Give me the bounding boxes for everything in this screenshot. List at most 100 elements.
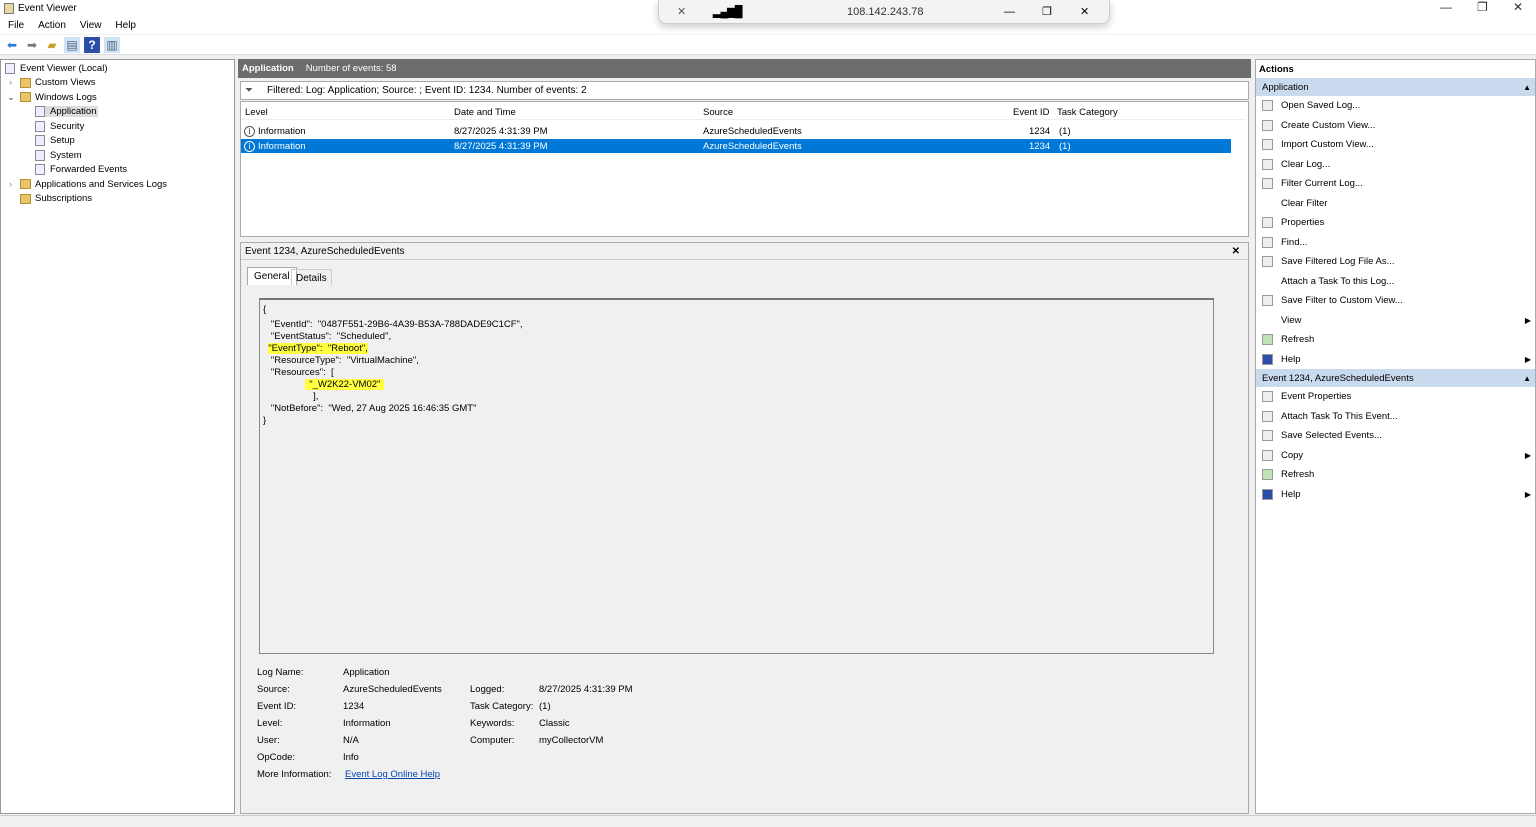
actions-section-event[interactable]: Event 1234, AzureScheduledEvents	[1256, 369, 1535, 387]
menu-view[interactable]: View	[80, 20, 102, 31]
actions-section-application[interactable]: Application	[1256, 78, 1535, 96]
action-refresh[interactable]: Refresh	[1256, 330, 1535, 350]
action-save-filter-to-custom-view[interactable]: Save Filter to Custom View...	[1256, 291, 1535, 311]
log-header: Application Number of events: 58	[238, 59, 1251, 78]
action-save-selected-events[interactable]: Save Selected Events...	[1256, 426, 1535, 446]
action-create-custom-view[interactable]: Create Custom View...	[1256, 116, 1535, 136]
action-clear-log[interactable]: Clear Log...	[1256, 155, 1535, 175]
close-button[interactable]: ✕	[1513, 0, 1523, 14]
event-log-online-help-link[interactable]: Event Log Online Help	[345, 769, 440, 780]
filter-icon: ⏷	[245, 85, 253, 96]
table-header: Level Date and Time Source Event ID Task…	[241, 106, 1246, 120]
action-attach-task-to-this-event[interactable]: Attach Task To This Event...	[1256, 407, 1535, 427]
maximize-button[interactable]: ❐	[1477, 0, 1488, 14]
chevron-down-icon[interactable]: ⌄	[7, 92, 20, 103]
help-icon[interactable]: ?	[84, 36, 100, 53]
tree-subscriptions[interactable]: Subscriptions	[1, 192, 234, 207]
tree-log-application[interactable]: Application	[1, 105, 234, 120]
submenu-arrow-icon: ▶	[1524, 354, 1531, 364]
save-icon	[1262, 430, 1273, 442]
properties-icon	[1262, 391, 1273, 403]
attach-task-icon	[1262, 410, 1273, 422]
chevron-right-icon[interactable]: ›	[9, 77, 20, 88]
menu-help[interactable]: Help	[115, 20, 136, 31]
chevron-right-icon[interactable]: ›	[9, 179, 20, 190]
column-level[interactable]: Level	[245, 107, 268, 118]
tree-log-setup[interactable]: Setup	[1, 134, 234, 149]
tree-log-system[interactable]: System	[1, 148, 234, 163]
highlight-event-type: "EventType": "Reboot",	[268, 343, 368, 354]
log-icon	[35, 106, 45, 118]
action-refresh[interactable]: Refresh	[1256, 465, 1535, 485]
column-task-category[interactable]: Task Category	[1057, 107, 1118, 118]
rdp-address: 108.142.243.78	[847, 5, 924, 18]
column-date[interactable]: Date and Time	[454, 107, 516, 118]
back-arrow-icon[interactable]: ⬅	[4, 37, 20, 53]
action-help[interactable]: Help ▶	[1256, 485, 1535, 505]
action-import-custom-view[interactable]: Import Custom View...	[1256, 135, 1535, 155]
menu-action[interactable]: Action	[38, 20, 66, 31]
copy-icon	[1262, 449, 1273, 461]
action-clear-filter[interactable]: Clear Filter	[1256, 194, 1535, 214]
status-bar	[0, 815, 1536, 827]
unpin-icon[interactable]: ✕	[677, 5, 686, 18]
save-icon	[1262, 256, 1273, 268]
action-copy[interactable]: Copy ▶	[1256, 446, 1535, 466]
action-open-saved-log[interactable]: Open Saved Log...	[1256, 96, 1535, 116]
action-help[interactable]: Help ▶	[1256, 350, 1535, 370]
column-event-id[interactable]: Event ID	[1013, 107, 1049, 118]
info-icon: i	[244, 140, 255, 152]
tab-general[interactable]: General	[247, 267, 297, 285]
navigation-tree: Event Viewer (Local) › Custom Views ⌄ Wind…	[0, 59, 235, 814]
action-attach-a-task-to-this-log[interactable]: Attach a Task To this Log...	[1256, 272, 1535, 292]
action-filter-current-log[interactable]: Filter Current Log...	[1256, 174, 1535, 194]
highlight-resource: "_W2K22-VM02"	[305, 379, 385, 390]
action-find[interactable]: Find...	[1256, 233, 1535, 253]
folder-icon	[20, 92, 31, 103]
tree-windows-logs[interactable]: ⌄ Windows Logs	[1, 90, 234, 105]
log-icon	[35, 164, 45, 176]
properties-icon	[1262, 217, 1273, 229]
column-source[interactable]: Source	[703, 107, 733, 118]
event-detail-pane: Event 1234, AzureScheduledEvents ✕ Gener…	[240, 242, 1249, 814]
action-view[interactable]: View ▶	[1256, 311, 1535, 331]
help-icon	[1262, 353, 1273, 365]
help-icon	[1262, 488, 1273, 500]
log-icon	[35, 120, 45, 132]
rdp-close-button[interactable]: ✕	[1080, 5, 1089, 18]
find-icon	[1262, 236, 1273, 248]
minimize-button[interactable]: —	[1440, 0, 1452, 14]
tree-log-security[interactable]: Security	[1, 119, 234, 134]
action-event-properties[interactable]: Event Properties	[1256, 387, 1535, 407]
events-table: Level Date and Time Source Event ID Task…	[240, 101, 1249, 237]
refresh-icon	[1262, 469, 1273, 481]
folder-icon	[20, 179, 31, 190]
tab-details[interactable]: Details	[291, 269, 332, 285]
action-properties[interactable]: Properties	[1256, 213, 1535, 233]
window-title: Event Viewer	[18, 3, 77, 14]
tree-log-forwarded[interactable]: Forwarded Events	[1, 163, 234, 178]
tree-app-services-logs[interactable]: › Applications and Services Logs	[1, 177, 234, 192]
up-folder-icon[interactable]: ▰	[44, 37, 60, 53]
tree-root[interactable]: Event Viewer (Local)	[1, 61, 234, 76]
show-hide-action-pane-icon[interactable]: ▥	[104, 36, 120, 53]
table-row-selected[interactable]: i Information 8/27/2025 4:31:39 PM Azure…	[241, 139, 1231, 153]
action-save-filtered-log-file-as[interactable]: Save Filtered Log File As...	[1256, 252, 1535, 272]
menu-file[interactable]: File	[8, 20, 24, 31]
rdp-restore-button[interactable]: ❐	[1042, 5, 1052, 18]
center-pane: Application Number of events: 58 ⏷ Filtere…	[238, 59, 1251, 814]
signal-strength-icon[interactable]: ▂▄▆█	[713, 5, 742, 18]
show-hide-tree-icon[interactable]: ▤	[64, 36, 80, 53]
forward-arrow-icon[interactable]: ➡	[24, 37, 40, 53]
event-viewer-icon	[5, 62, 15, 74]
rdp-minimize-button[interactable]: —	[1004, 6, 1015, 18]
table-row[interactable]: i Information 8/27/2025 4:31:39 PM Azure…	[241, 124, 1231, 138]
close-detail-button[interactable]: ✕	[1232, 246, 1240, 257]
filter-icon	[1262, 178, 1273, 190]
tree-custom-views[interactable]: › Custom Views	[1, 76, 234, 91]
clear-log-icon	[1262, 158, 1273, 170]
submenu-arrow-icon: ▶	[1524, 315, 1531, 325]
import-icon	[1262, 139, 1273, 151]
save-filter-icon	[1262, 295, 1273, 307]
submenu-arrow-icon: ▶	[1524, 489, 1531, 499]
